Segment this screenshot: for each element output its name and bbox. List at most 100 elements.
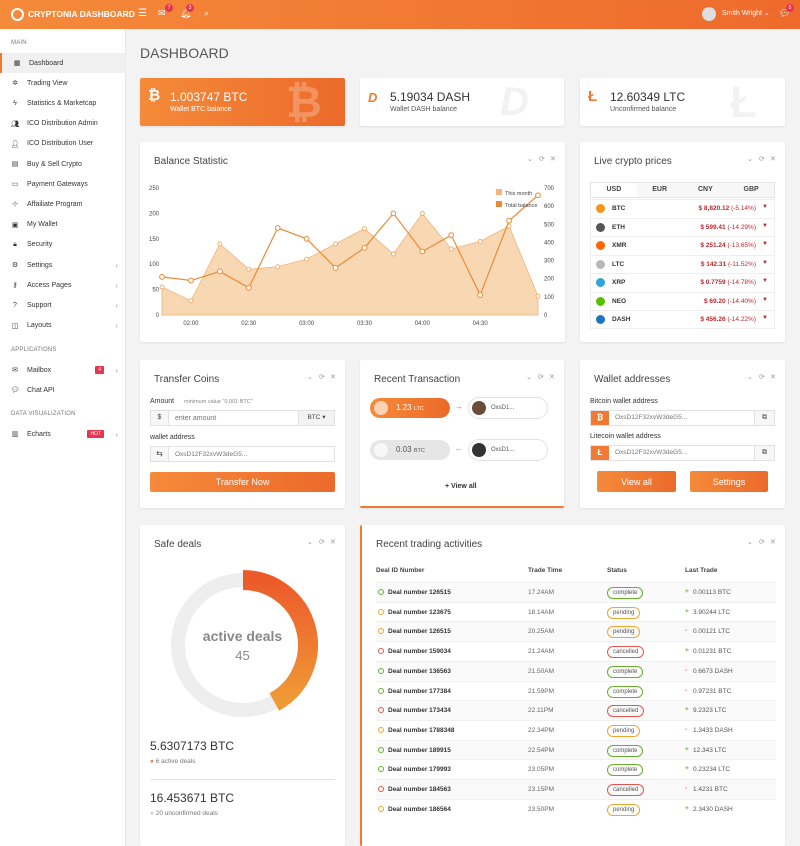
view-all-button[interactable]: View all — [597, 471, 676, 492]
price-row[interactable]: XMR $ 251.24 (-13.65%) ▼ — [591, 236, 774, 255]
dash-balance-card[interactable]: D 5.19034 DASH Wallet DASH balance D — [360, 78, 564, 126]
stat-btc-unconfirmed: 16.453671 BTC — [150, 791, 235, 805]
copy-icon[interactable]: ⧉ — [754, 411, 774, 425]
sidebar-badge: HOT — [87, 430, 104, 438]
sidebar-item-echarts[interactable]: ▥ Echarts HOT ‹ — [0, 424, 126, 444]
collapse-icon[interactable]: ⌄ — [747, 373, 753, 381]
menu-icon[interactable]: ☰ — [138, 8, 147, 19]
tab-eur[interactable]: EUR — [636, 183, 683, 197]
sidebar-item-dashboard[interactable]: ▦ Dashboard — [0, 53, 126, 73]
sidebar-item-ico-distribution-admin[interactable]: 👥︎ ICO Distribution Admin — [0, 114, 126, 134]
tx-recipient[interactable]: OxsD1... — [468, 397, 548, 419]
avatar[interactable] — [702, 7, 716, 21]
this-month-point — [246, 266, 252, 272]
x-tick-label: 03:00 — [299, 321, 315, 327]
collapse-icon[interactable]: ⌄ — [307, 538, 313, 546]
price-row[interactable]: BTC $ 8,820.12 (-5.14%) ▼ — [591, 199, 774, 218]
close-icon[interactable]: ✕ — [330, 373, 336, 381]
tab-gbp[interactable]: GBP — [728, 183, 774, 197]
sidebar-item-layouts[interactable]: ◫ Layouts ‹ — [0, 316, 126, 336]
tx-amount-pill[interactable]: 0.03 BTC — [370, 440, 450, 460]
search-icon[interactable]: ⌕ — [204, 8, 209, 19]
coin-select[interactable]: BTC ▾ — [298, 411, 334, 425]
y-left-tick-label: 50 — [152, 288, 159, 294]
refresh-icon[interactable]: ⟳ — [759, 373, 765, 381]
sidebar-item-trading-view[interactable]: ✲ Trading View — [0, 73, 126, 93]
price-row[interactable]: NEO $ 69.20 (-14.40%) ▼ — [591, 291, 774, 311]
sidebar-item-security[interactable]: 🔒︎ Security — [0, 235, 126, 255]
collapse-icon[interactable]: ⌄ — [747, 155, 753, 163]
table-row[interactable]: Deal number 184563 23.15PM cancelled -1.423… — [376, 779, 776, 799]
sidebar-item-buy-sell-crypto[interactable]: ▤ Buy & Sell Crypto — [0, 154, 126, 174]
user-name[interactable]: Smith Wright — [722, 10, 762, 17]
price-row[interactable]: LTC $ 142.31 (-11.52%) ▼ — [591, 254, 774, 274]
table-row[interactable]: Deal number 189915 22.54PM complete +12.343… — [376, 739, 776, 760]
ltc-balance-card[interactable]: Ł 12.60349 LTC Unconfirmed balance Ł — [580, 78, 785, 127]
trade-time: 23.50PM — [528, 805, 555, 813]
table-row[interactable]: Deal number 126515 17.24AM complete +0.0011… — [376, 582, 776, 602]
close-icon[interactable]: ✕ — [770, 155, 776, 163]
table-row[interactable]: Deal number 123675 18.14AM pending +3.90244… — [376, 601, 776, 622]
table-row[interactable]: Deal number 136563 21.50AM complete -0.6673… — [376, 660, 776, 681]
copy-icon[interactable]: ⧉ — [754, 446, 774, 460]
table-row[interactable]: Deal number 173434 22.11PM cancelled +9.232… — [376, 700, 776, 720]
refresh-icon[interactable]: ⟳ — [759, 155, 765, 163]
sidebar-item-affailiate-program[interactable]: ⊹ Affailiate Program — [0, 194, 126, 214]
amount-input[interactable] — [169, 411, 298, 425]
tx-recipient[interactable]: OxsD1... — [468, 439, 548, 461]
collapse-icon[interactable]: ⌄ — [747, 538, 753, 546]
total-balance-point — [159, 274, 165, 280]
sidebar-item-settings[interactable]: ⚙ Settings ‹ — [0, 255, 126, 275]
sidebar-item-my-wallet[interactable]: ▣ My Wallet — [0, 215, 126, 235]
wallet-address-input[interactable] — [169, 447, 334, 461]
table-row[interactable]: Deal number 1788348 22.34PM pending -1.3433… — [376, 719, 776, 740]
user-chevron-icon[interactable]: ⌄ — [764, 9, 770, 17]
refresh-icon[interactable]: ⟳ — [759, 538, 765, 546]
close-icon[interactable]: ✕ — [770, 538, 776, 546]
table-row[interactable]: Deal number 179993 23.05PM complete +0.2323… — [376, 759, 776, 779]
btc-address-value[interactable]: OxsD12F32xvW3deG5... — [609, 411, 754, 425]
brand-logo-icon[interactable] — [11, 8, 24, 21]
close-icon[interactable]: ✕ — [770, 373, 776, 381]
price-row[interactable]: DASH $ 456.26 (-14.22%) ▼ — [591, 310, 774, 329]
tab-usd[interactable]: USD — [591, 183, 637, 197]
btc-balance-card[interactable]: ₿ 1.003747 BTC Wallet BTC balance ₿ — [140, 78, 345, 127]
collapse-icon[interactable]: ⌄ — [307, 373, 313, 381]
sidebar-item-ico-distribution-user[interactable]: 👤︎ ICO Distribution User — [0, 134, 126, 154]
table-row[interactable]: Deal number 126515 20.25AM pending -0.00121… — [376, 621, 776, 642]
total-balance-point — [245, 284, 252, 291]
refresh-icon[interactable]: ⟳ — [319, 538, 325, 546]
sidebar-item-payment-gateways[interactable]: ▭ Payment Gateways — [0, 174, 126, 194]
price-row[interactable]: XRP $ 0.7759 (-14.78%) ▼ — [591, 273, 774, 292]
tx-amount-pill[interactable]: 1.23 LTC — [370, 398, 450, 418]
settings-icon: ✲ — [12, 80, 18, 88]
sidebar-item-access-pages[interactable]: ⚷ Access Pages ‹ — [0, 275, 126, 295]
price-row[interactable]: ETH $ 599.41 (-14.29%) ▼ — [591, 217, 774, 237]
close-icon[interactable]: ✕ — [549, 373, 555, 381]
sidebar-item-support[interactable]: ? Support ‹ — [0, 295, 126, 315]
table-row[interactable]: Deal number 159034 21.24AM cancelled +0.012… — [376, 641, 776, 661]
refresh-icon[interactable]: ⟳ — [538, 373, 544, 381]
refresh-icon[interactable]: ⟳ — [319, 373, 325, 381]
sidebar-item-chat-api[interactable]: 💬︎ Chat API — [0, 380, 126, 400]
close-icon[interactable]: ✕ — [330, 538, 336, 546]
ltc-address-value[interactable]: OxsD12F32xvW3deG5... — [609, 446, 754, 460]
settings-button[interactable]: Settings — [690, 471, 768, 492]
tx-address: OxsD1... — [491, 447, 515, 453]
view-all-link[interactable]: + View all — [445, 483, 477, 490]
table-row[interactable]: Deal number 186564 23.50PM pending +2.3430 … — [376, 798, 776, 819]
sidebar-item-label: Affailiate Program — [27, 200, 83, 208]
transfer-now-button[interactable]: Transfer Now — [150, 472, 335, 492]
chevron-left-icon: ‹ — [115, 260, 118, 270]
btc-address-group: ₿ OxsD12F32xvW3deG5... ⧉ — [590, 410, 775, 426]
brand-title[interactable]: CRYPTONIA DASHBOARD — [28, 9, 135, 19]
col-deal-id: Deal ID Number — [376, 567, 425, 574]
sidebar-item-mailbox[interactable]: ✉ Mailbox 4 ‹ — [0, 360, 126, 380]
total-balance-point — [506, 217, 512, 224]
tab-cny[interactable]: CNY — [682, 183, 729, 197]
sidebar-item-statistics-marketcap[interactable]: ϟ Statistics & Marketcap — [0, 93, 126, 113]
tx-amount-value: 1.23 — [396, 403, 412, 412]
table-row[interactable]: Deal number 177384 21.59PM complete -0.9723… — [376, 680, 776, 701]
collapse-icon[interactable]: ⌄ — [526, 373, 532, 381]
legend-this-month-swatch — [496, 189, 502, 195]
